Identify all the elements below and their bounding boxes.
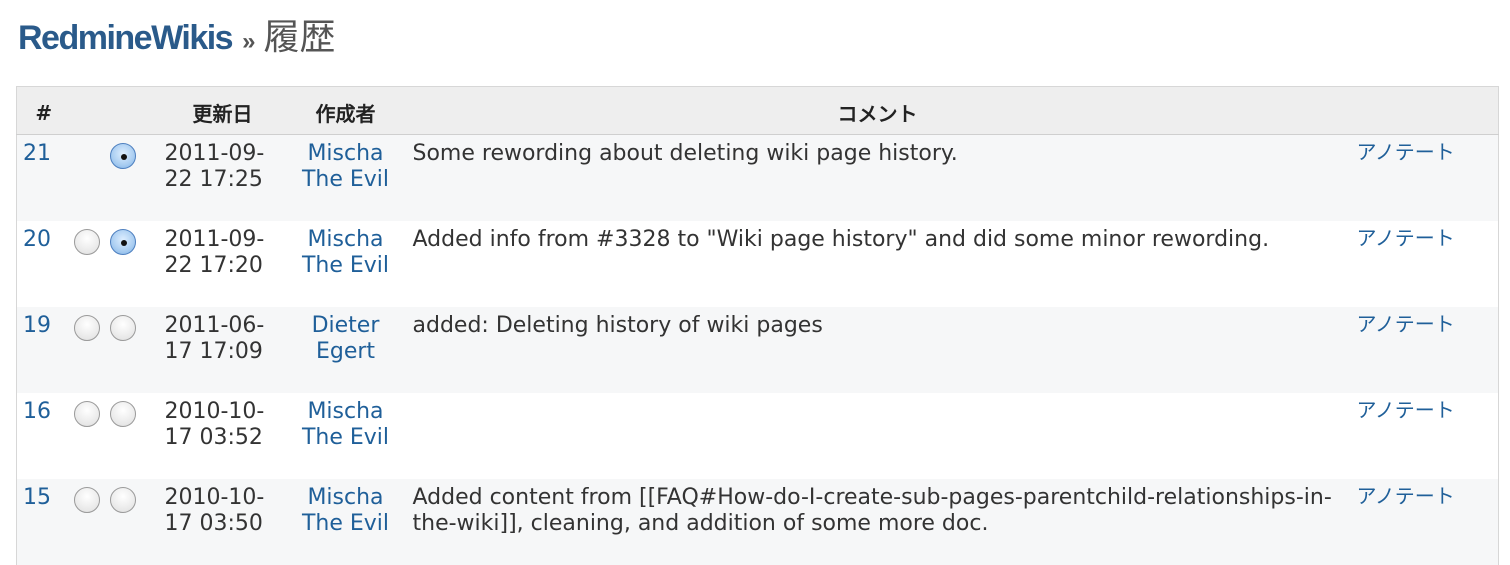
version-comment: Added content from [[FAQ#How-do-I-create… — [404, 478, 1351, 565]
author-link[interactable]: Mischa The Evil — [302, 399, 389, 450]
page-name: 履歴 — [263, 17, 336, 58]
table-row: 19 2011-06-17 17:09 Dieter Egert added: Del… — [16, 306, 1499, 393]
version-comment — [404, 392, 1351, 479]
header-date: 更新日 — [158, 86, 287, 135]
version-date: 2010-10-17 03:52 — [158, 392, 287, 479]
version-comment: added: Deleting history of wiki pages — [404, 306, 1351, 393]
annotate-link[interactable]: アノテート — [1357, 226, 1455, 250]
author-link[interactable]: Mischa The Evil — [302, 227, 389, 278]
page-title: RedmineWikis » 履歴 — [18, 8, 335, 58]
version-comment: Some rewording about deleting wiki page … — [404, 134, 1351, 221]
header-actions — [1350, 86, 1499, 135]
breadcrumb-separator: » — [242, 28, 256, 55]
header-num: # — [16, 86, 71, 135]
table-row: 15 2010-10-17 03:50 Mischa The Evil Added c… — [16, 478, 1499, 565]
table-header-row: # 更新日 作成者 コメント — [16, 86, 1499, 135]
version-date: 2010-10-17 03:50 — [158, 478, 287, 565]
version-date: 2011-06-17 17:09 — [158, 306, 287, 393]
version-to-radio[interactable] — [109, 314, 136, 341]
header-comment: コメント — [404, 86, 1351, 135]
history-table: # 更新日 作成者 コメント 21 2011-09-22 17:25 Mischa … — [16, 86, 1499, 565]
author-link[interactable]: Mischa The Evil — [302, 141, 389, 192]
annotate-link[interactable]: アノテート — [1357, 398, 1455, 422]
header-radios — [70, 86, 159, 135]
table-row: 16 2010-10-17 03:52 Mischa The Evil アノテート — [16, 392, 1499, 479]
annotate-link[interactable]: アノテート — [1357, 312, 1455, 336]
version-to-radio[interactable] — [109, 400, 136, 427]
annotate-link[interactable]: アノテート — [1357, 140, 1455, 164]
version-comment: Added info from #3328 to "Wiki page hist… — [404, 220, 1351, 307]
wiki-breadcrumb-link[interactable]: RedmineWikis — [18, 19, 234, 58]
version-to-radio[interactable] — [109, 143, 136, 169]
author-link[interactable]: Dieter Egert — [312, 313, 380, 364]
table-row: 20 2011-09-22 17:20 Mischa The Evil Added i… — [16, 220, 1499, 307]
version-date: 2011-09-22 17:25 — [158, 134, 287, 221]
version-from-radio[interactable] — [73, 228, 100, 255]
version-to-radio[interactable] — [109, 486, 136, 513]
version-from-radio[interactable] — [73, 400, 100, 427]
header-author: 作成者 — [286, 86, 405, 135]
table-row: 21 2011-09-22 17:25 Mischa The Evil Some re… — [16, 134, 1499, 221]
version-from-radio[interactable] — [73, 486, 100, 513]
annotate-link[interactable]: アノテート — [1357, 484, 1455, 508]
version-date: 2011-09-22 17:20 — [158, 220, 287, 307]
author-link[interactable]: Mischa The Evil — [302, 485, 389, 536]
version-to-radio[interactable] — [109, 228, 136, 255]
version-from-radio[interactable] — [73, 314, 100, 341]
